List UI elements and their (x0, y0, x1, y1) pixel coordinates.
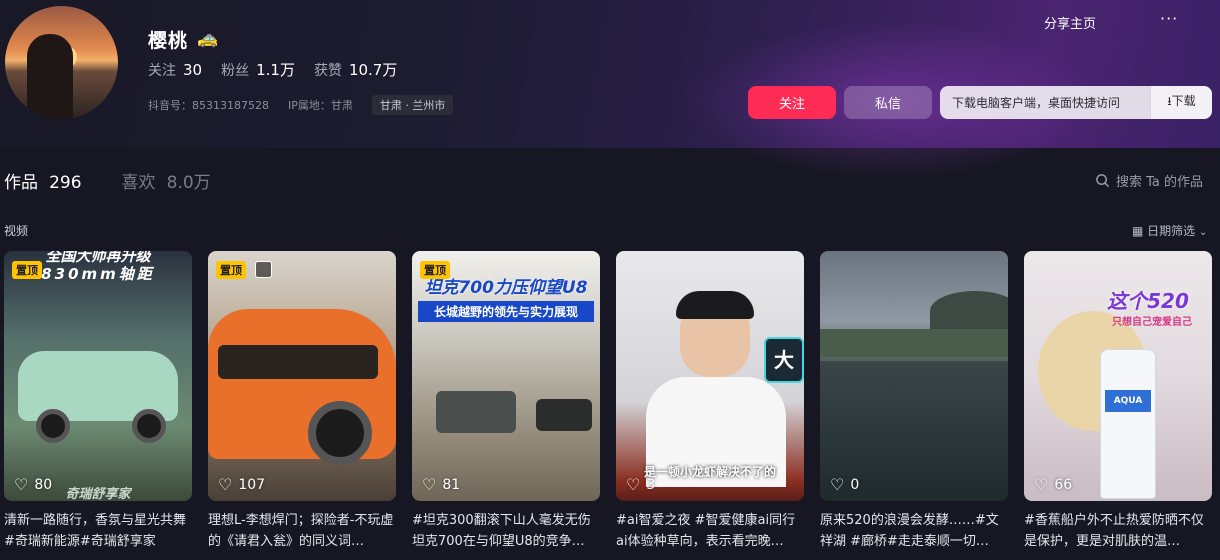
car-grille (218, 345, 378, 379)
video-thumbnail[interactable]: 全国大师再升级 830mm轴距 奇瑞舒享家 置顶 ♡ 80 (4, 251, 192, 501)
search-works[interactable]: 搜索 Ta 的作品 (1095, 171, 1203, 190)
stat-value: 10.7万 (348, 61, 398, 79)
tab-likes-label: 喜欢 (121, 173, 156, 193)
download-button[interactable]: ⭳下载 (1150, 86, 1212, 119)
tab-works-label: 作品 (4, 173, 38, 193)
heart-icon: ♡ (830, 475, 845, 494)
video-caption[interactable]: 原来520的浪漫会发酵……#文祥湖 #廊桥#走走泰顺一切… (820, 510, 1008, 554)
video-thumbnail[interactable]: 置顶 ♡ 107 (208, 251, 396, 501)
video-card[interactable]: 大 是一顿小龙虾解决不了的 ♡ 3 #ai智爱之夜 #智爱健康ai同行 ai体验种… (616, 251, 804, 554)
stat-following[interactable]: 关注 30 (148, 59, 202, 80)
heart-icon: ♡ (14, 475, 29, 494)
product-label: AQUA (1105, 390, 1151, 412)
download-client-banner[interactable]: 下载电脑客户端，桌面快捷访问 ⭳下载 (940, 86, 1212, 119)
thumb-overlay-subtitle: 只想自己宠爱自己 (1112, 317, 1192, 328)
video-thumbnail[interactable]: 这个520 只想自己宠爱自己 AQUA ♡ 66 (1024, 251, 1212, 501)
like-count-value: 107 (238, 476, 266, 493)
location-tag: 甘肃 · 兰州市 (371, 95, 454, 115)
video-caption[interactable]: 理想L-李想焊门；探险者-不玩虚的《请君入瓮》的同义词… (208, 510, 396, 554)
avatar[interactable] (5, 6, 118, 119)
like-count-value: 3 (646, 476, 656, 493)
video-card[interactable]: 全国大师再升级 830mm轴距 奇瑞舒享家 置顶 ♡ 80 清新一路随行，香氛与星… (4, 251, 192, 554)
multi-image-icon (255, 261, 272, 278)
stat-likes-received: 获赞 10.7万 (314, 59, 397, 80)
heart-icon: ♡ (1034, 475, 1049, 494)
pinned-badge: 置顶 (12, 261, 42, 279)
like-count: ♡ 80 (14, 475, 52, 494)
more-options-icon[interactable]: ··· (1160, 9, 1178, 28)
stat-followers[interactable]: 粉丝 1.1万 (221, 59, 295, 80)
treeline (820, 329, 1008, 357)
video-caption[interactable]: #坦克300翻滚下山人毫发无伤坦克700在与仰望U8的竞争… (412, 510, 600, 554)
date-filter-label: 日期筛选 (1147, 224, 1196, 238)
wheel (36, 409, 70, 443)
thumb-overlay-subtitle: 长城越野的领先与实力展现 (418, 301, 594, 322)
stat-value: 1.1万 (256, 61, 295, 79)
like-count: ♡ 107 (218, 475, 265, 494)
video-card[interactable]: ♡ 0 原来520的浪漫会发酵……#文祥湖 #廊桥#走走泰顺一切… (820, 251, 1008, 554)
search-label: 搜索 Ta 的作品 (1116, 175, 1204, 190)
video-thumbnail[interactable]: ♡ 0 (820, 251, 1008, 501)
user-name: 樱桃 (148, 30, 189, 52)
follow-button[interactable]: 关注 (748, 86, 836, 119)
video-caption[interactable]: #香蕉船户外不止热爱防晒不仅是保护，更是对肌肤的温… (1024, 510, 1212, 554)
message-button[interactable]: 私信 (844, 86, 932, 119)
stat-label: 关注 (148, 62, 176, 79)
chevron-down-icon: ⌄ (1199, 227, 1208, 238)
wheel (132, 409, 166, 443)
tab-works-count: 296 (49, 173, 82, 193)
pinned-badge: 置顶 (420, 261, 450, 279)
profile-tabs: 作品 296 喜欢 8.0万 (4, 168, 211, 193)
like-count-value: 66 (1054, 476, 1073, 493)
like-count-value: 81 (442, 476, 461, 493)
like-count: ♡ 81 (422, 475, 460, 494)
heart-icon: ♡ (218, 475, 233, 494)
thumb-overlay-title: 这个520 (1107, 289, 1189, 313)
ip-location: IP属地：甘肃 (287, 99, 353, 112)
video-caption[interactable]: 清新一路随行，香氛与星光共舞 #奇瑞新能源#奇瑞舒享家 (4, 510, 192, 554)
tab-works[interactable]: 作品 296 (4, 168, 82, 193)
douyin-id: 抖音号：85313187528 (148, 99, 269, 112)
thumb-overlay-side: 大 (764, 337, 804, 383)
taxi-icon: 🚕 (197, 29, 219, 49)
heart-icon: ♡ (626, 475, 641, 494)
tab-likes[interactable]: 喜欢 8.0万 (82, 168, 211, 193)
like-count: ♡ 0 (830, 475, 859, 494)
stat-value: 30 (183, 60, 203, 79)
video-card[interactable]: 坦克700力压仰望U8 长城越野的领先与实力展现 置顶 ♡ 81 #坦克300翻滚… (412, 251, 600, 554)
date-filter[interactable]: ▦ 日期筛选 ⌄ (1132, 222, 1207, 239)
video-caption[interactable]: #ai智爱之夜 #智爱健康ai同行 ai体验种草向，表示看完晚… (616, 510, 804, 554)
stat-label: 粉丝 (221, 62, 250, 79)
person-hair (676, 291, 754, 319)
video-card[interactable]: 这个520 只想自己宠爱自己 AQUA ♡ 66 #香蕉船户外不止热爱防晒不仅是保… (1024, 251, 1212, 554)
video-thumbnail[interactable]: 大 是一顿小龙虾解决不了的 ♡ 3 (616, 251, 804, 501)
section-label-videos: 视频 (4, 224, 29, 238)
like-count: ♡ 3 (626, 475, 655, 494)
search-icon (1096, 174, 1110, 188)
wheel (308, 401, 372, 465)
video-card[interactable]: 置顶 ♡ 107 理想L-李想焊门；探险者-不玩虚的《请君入瓮》的同义词… (208, 251, 396, 554)
calendar-icon: ▦ (1132, 224, 1144, 238)
like-count-value: 0 (850, 476, 860, 493)
heart-icon: ♡ (422, 475, 437, 494)
profile-stats: 关注 30 粉丝 1.1万 获赞 10.7万 (148, 59, 416, 80)
download-client-text: 下载电脑客户端，桌面快捷访问 (952, 96, 1121, 110)
pinned-badge: 置顶 (216, 261, 246, 279)
video-thumbnail[interactable]: 坦克700力压仰望U8 长城越野的领先与实力展现 置顶 ♡ 81 (412, 251, 600, 501)
like-count-value: 80 (34, 476, 53, 493)
car-illustration (536, 399, 592, 431)
sunscreen-bottle: AQUA (1100, 349, 1156, 499)
like-count: ♡ 66 (1034, 475, 1072, 494)
car-illustration (436, 391, 516, 433)
tab-likes-count: 8.0万 (166, 173, 211, 193)
share-profile-link[interactable]: 分享主页 (1044, 13, 1096, 32)
avatar-person (27, 34, 73, 119)
profile-meta: 抖音号：85313187528 IP属地：甘肃 甘肃 · 兰州市 (148, 95, 472, 115)
stat-label: 获赞 (313, 62, 342, 79)
mountain (930, 291, 1008, 331)
